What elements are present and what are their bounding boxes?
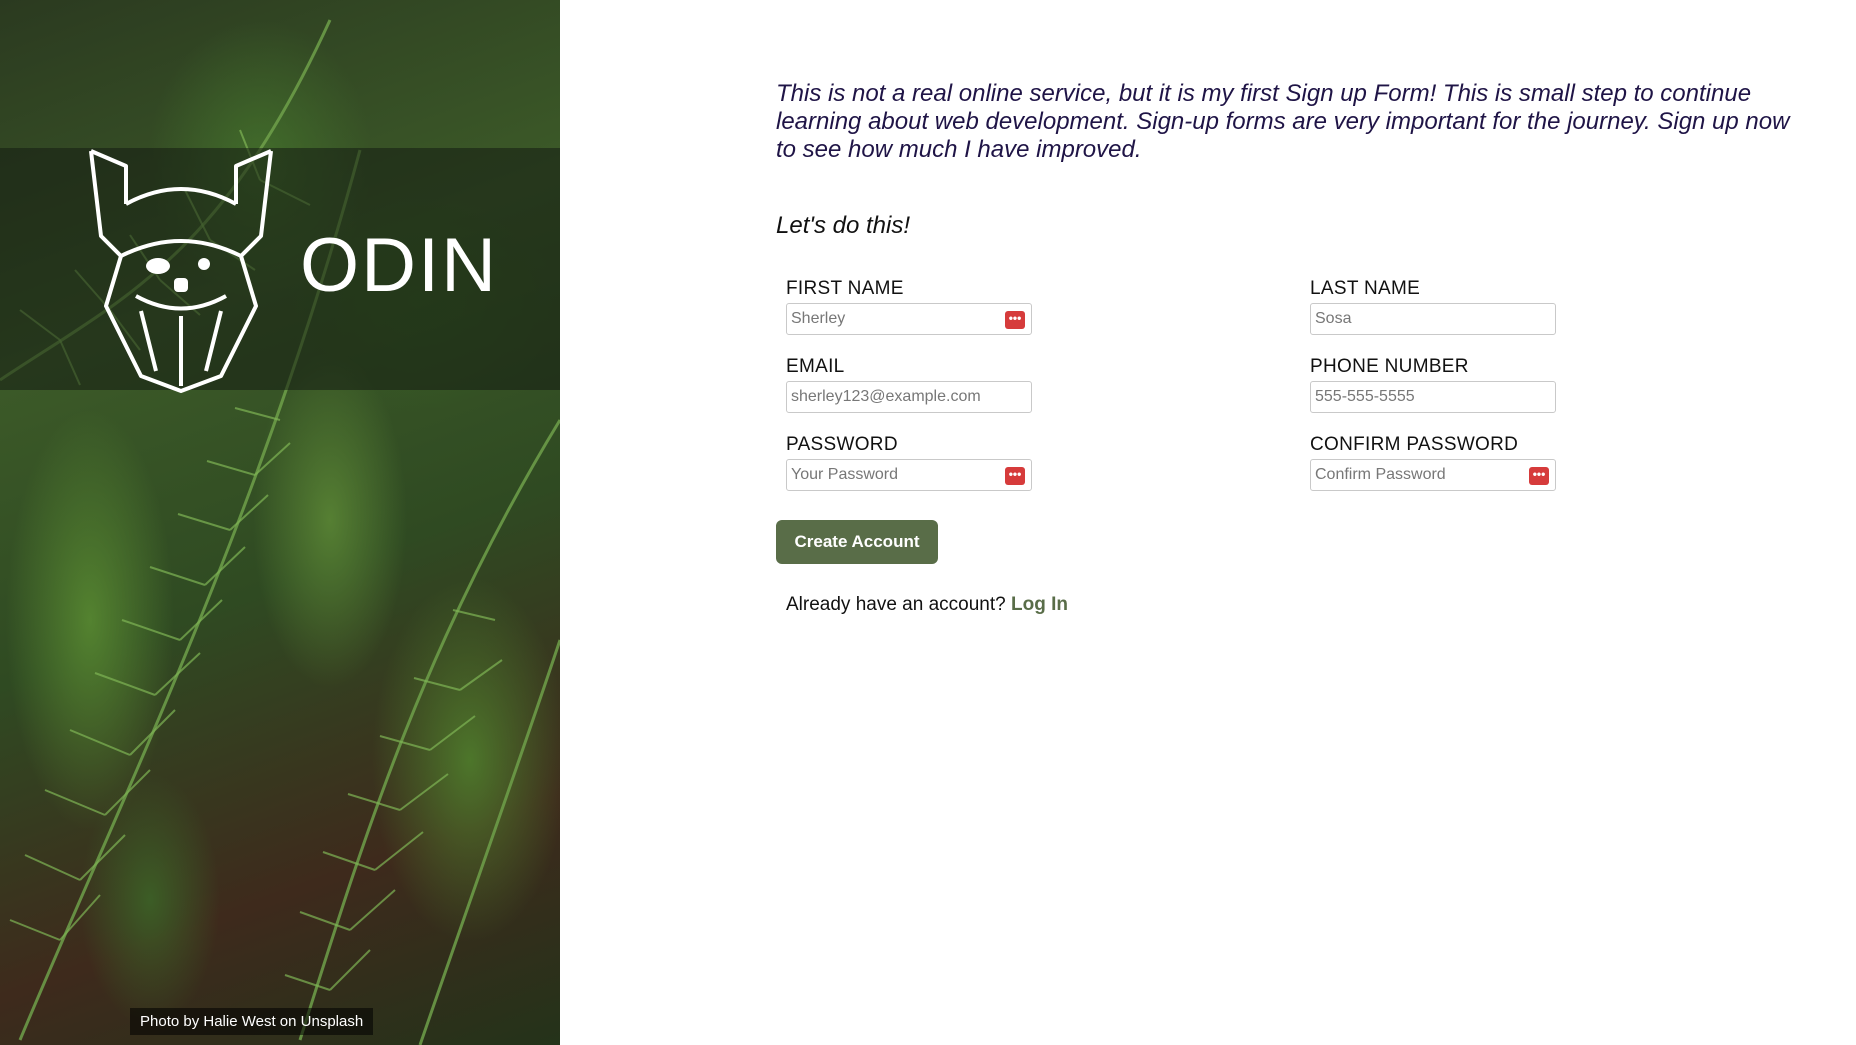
password-manager-icon[interactable]: ••• — [1529, 467, 1549, 485]
password-input[interactable] — [787, 460, 991, 490]
password-box: ••• — [786, 459, 1032, 491]
confirm-password-field: CONFIRM PASSWORD ••• — [1310, 434, 1556, 491]
first-name-box: ••• — [786, 303, 1032, 335]
photo-credit: Photo by Halie West on Unsplash — [130, 1008, 374, 1035]
first-name-label: FIRST NAME — [786, 278, 904, 299]
phone-field: PHONE NUMBER — [1310, 356, 1556, 413]
last-name-label: LAST NAME — [1310, 278, 1421, 299]
phone-label: PHONE NUMBER — [1310, 356, 1469, 377]
phone-box — [1310, 381, 1556, 413]
confirm-password-label: CONFIRM PASSWORD — [1310, 434, 1519, 455]
confirm-password-input[interactable] — [1311, 460, 1515, 490]
viking-helmet-logo-icon — [89, 149, 273, 393]
confirm-password-box: ••• — [1310, 459, 1556, 491]
password-label: PASSWORD — [786, 434, 898, 455]
phone-input[interactable] — [1311, 382, 1515, 412]
last-name-input[interactable] — [1311, 304, 1515, 334]
brand-name: ODIN — [300, 223, 498, 308]
email-box — [786, 381, 1032, 413]
password-manager-icon[interactable]: ••• — [1005, 311, 1025, 329]
login-link[interactable]: Log In — [1011, 594, 1068, 615]
call-to-action-heading: Let's do this! — [776, 212, 910, 239]
first-name-field: FIRST NAME ••• — [786, 278, 1032, 335]
first-name-input[interactable] — [787, 304, 991, 334]
intro-text: This is not a real online service, but i… — [776, 80, 1790, 163]
password-manager-icon[interactable]: ••• — [1005, 467, 1025, 485]
email-field: EMAIL — [786, 356, 1032, 413]
last-name-box — [1310, 303, 1556, 335]
hero-image-panel: ODIN Photo by Halie West on Unsplash — [0, 0, 560, 1045]
create-account-button[interactable]: Create Account — [776, 520, 938, 564]
login-prompt-text: Already have an account? — [786, 594, 1006, 615]
password-field: PASSWORD ••• — [786, 434, 1032, 491]
last-name-field: LAST NAME — [1310, 278, 1556, 335]
email-input[interactable] — [787, 382, 1027, 412]
login-prompt-line: Already have an account? Log In — [786, 594, 1068, 616]
email-label: EMAIL — [786, 356, 845, 377]
